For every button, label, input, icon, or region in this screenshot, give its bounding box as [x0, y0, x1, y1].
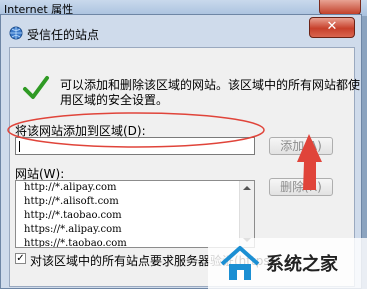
- add-button[interactable]: 添加(A): [269, 137, 333, 155]
- list-item[interactable]: http://*.taobao.com: [16, 209, 254, 223]
- add-site-input[interactable]: [15, 137, 255, 155]
- watermark: 系统之家: [208, 238, 367, 289]
- require-https-checkbox[interactable]: ✓: [15, 253, 26, 264]
- dialog-close-button[interactable]: ✕: [309, 17, 355, 38]
- checkmark-icon: [23, 76, 49, 99]
- list-item[interactable]: http://*.alipay.com: [16, 181, 254, 195]
- list-item[interactable]: http://*.alisoft.com: [16, 195, 254, 209]
- info-text: 可以添加和删除该区域的网站。该区域中的所有网站都使用区域的安全设置。: [60, 78, 361, 107]
- watermark-text: 系统之家: [266, 254, 338, 275]
- list-item[interactable]: https://*.alipay.com: [16, 223, 254, 237]
- globe-icon: [9, 26, 23, 40]
- parent-close-button[interactable]: [319, 0, 361, 15]
- house-logo-icon: [220, 246, 260, 280]
- remove-button[interactable]: 删除(R): [269, 178, 333, 196]
- scroll-up-icon[interactable]: [243, 186, 251, 190]
- dialog-title: 受信任的站点: [27, 28, 100, 42]
